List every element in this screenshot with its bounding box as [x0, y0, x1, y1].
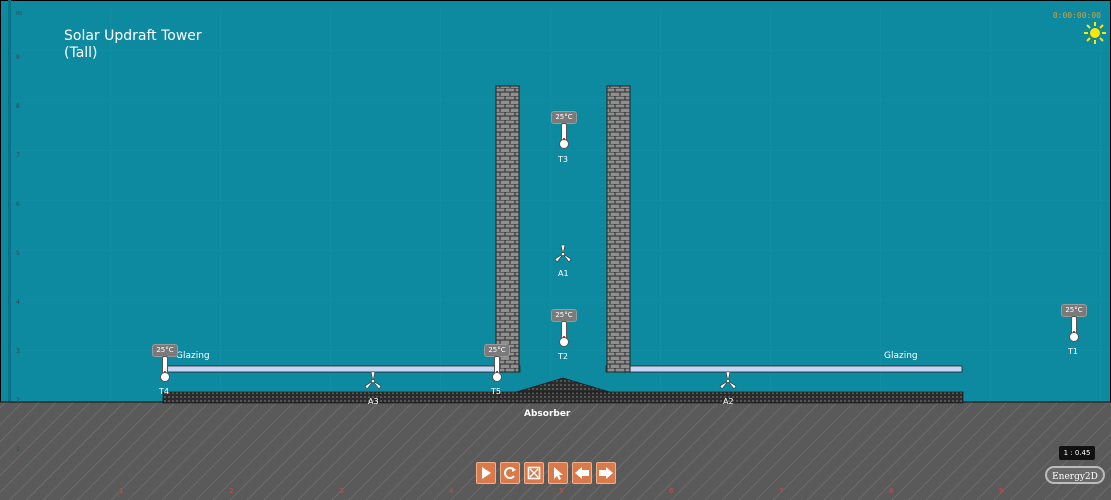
y-tick-5: 5: [16, 250, 20, 257]
y-axis-unit: m: [16, 10, 22, 17]
reset-button[interactable]: [500, 462, 520, 484]
glazing-left: [163, 365, 521, 373]
y-tick-7: 7: [16, 152, 20, 159]
thermometer-t1[interactable]: 25°C: [1061, 304, 1087, 344]
x-tick-7: 7: [779, 487, 784, 495]
y-tick-4: 4: [16, 299, 20, 306]
thermometer-label-t1: T1: [1068, 347, 1078, 356]
tower-wall-left: [495, 85, 520, 373]
thermometer-bulb: [559, 139, 569, 149]
tower-wall-right: [606, 85, 631, 373]
thermometer-t4[interactable]: 25°C: [152, 344, 178, 384]
x-tick-1: 1: [119, 487, 124, 495]
glazing-right: [605, 365, 963, 373]
x-tick-2: 2: [229, 487, 234, 495]
run-button[interactable]: [476, 462, 496, 484]
title-line1: Solar Updraft Tower: [64, 28, 202, 44]
thermometer-label-t5: T5: [491, 387, 501, 396]
pointer-icon: [554, 467, 563, 480]
thermometer-label-t3: T3: [558, 155, 568, 164]
x-tick-3: 3: [339, 487, 344, 495]
x-tick-5: 5: [559, 487, 564, 495]
thermometer-bulb: [160, 372, 170, 382]
x-tick-4: 4: [449, 487, 454, 495]
select-button[interactable]: [548, 462, 568, 484]
x-tick-6: 6: [669, 487, 674, 495]
thermometer-t2[interactable]: 25°C: [551, 309, 577, 349]
thermometer-label-t4: T4: [159, 387, 169, 396]
thermometer-t3[interactable]: 25°C: [551, 111, 577, 151]
sun-icon[interactable]: [1084, 22, 1106, 44]
thermometer-bulb: [1069, 332, 1079, 342]
view-ratio: 1 : 0.45: [1059, 446, 1095, 460]
simulation-canvas[interactable]: Solar Updraft Tower (Tall) 0:00:00:00 m …: [0, 0, 1111, 500]
arrow-right-icon: [599, 467, 613, 479]
anemometer-label-a1: A1: [558, 269, 569, 278]
clear-button[interactable]: [524, 462, 544, 484]
next-button[interactable]: [596, 462, 616, 484]
scene-title: Solar Updraft Tower (Tall): [64, 28, 202, 62]
glazing-label-right: Glazing: [884, 351, 918, 361]
brand-logo[interactable]: Energy2D: [1045, 466, 1105, 484]
y-tick-6: 6: [16, 201, 20, 208]
thermometer-bulb: [492, 372, 502, 382]
anemometer-icon[interactable]: [553, 244, 573, 264]
play-icon: [482, 467, 491, 479]
absorber: [162, 391, 964, 404]
y-tick-9: 9: [16, 54, 20, 61]
thermometer-t5[interactable]: 25°C: [484, 344, 510, 384]
title-line2: (Tall): [64, 45, 98, 61]
arrow-left-icon: [575, 467, 589, 479]
anemometer-label-a2: A2: [723, 397, 734, 406]
y-tick-2: 2: [16, 397, 20, 404]
clear-icon: [527, 466, 541, 480]
previous-button[interactable]: [572, 462, 592, 484]
anemometer-icon[interactable]: [363, 371, 383, 391]
glazing-label-left: Glazing: [176, 351, 210, 361]
reset-icon: [504, 467, 516, 479]
absorber-label: Absorber: [524, 409, 571, 419]
simulation-clock: 0:00:00:00: [1052, 11, 1101, 20]
thermometer-label-t2: T2: [558, 352, 568, 361]
anemometer-label-a3: A3: [368, 397, 379, 406]
y-tick-8: 8: [16, 103, 20, 110]
anemometer-icon[interactable]: [718, 371, 738, 391]
x-tick-9: 9: [999, 487, 1004, 495]
thermometer-bulb: [559, 337, 569, 347]
y-tick-1: 1: [16, 446, 20, 453]
y-tick-3: 3: [16, 348, 20, 355]
x-tick-8: 8: [889, 487, 894, 495]
